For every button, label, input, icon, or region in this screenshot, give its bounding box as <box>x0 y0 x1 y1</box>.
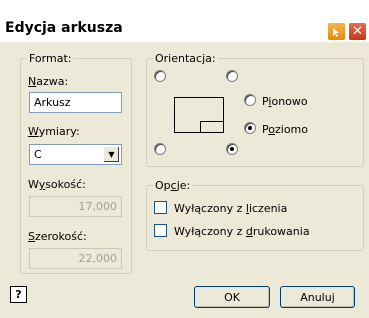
dropdown-arrow-icon[interactable]: ▼ <box>103 146 120 163</box>
cancel-button[interactable]: Anuluj <box>280 286 355 308</box>
name-label: Nazwa: <box>28 75 69 88</box>
exclude-print-checkbox[interactable] <box>154 224 167 237</box>
orientation-legend: Orientacja: <box>153 52 218 65</box>
height-label: Wysokość: <box>28 178 86 191</box>
landscape-label[interactable]: Poziomo <box>262 123 308 136</box>
help-button[interactable]: ? <box>10 286 27 303</box>
portrait-radio[interactable] <box>244 94 256 106</box>
corner-radio-top-right[interactable] <box>226 70 238 82</box>
page-corner-marker <box>200 121 224 133</box>
size-select[interactable]: C ▼ <box>29 144 122 165</box>
name-input[interactable]: Arkusz <box>29 92 122 113</box>
options-group: Opcje: <box>146 179 364 251</box>
portrait-label[interactable]: Pionowo <box>262 95 308 108</box>
options-legend: Opcje: <box>153 179 193 192</box>
ok-button[interactable]: OK <box>194 286 270 308</box>
pointer-help-icon <box>332 27 339 37</box>
context-help-button[interactable] <box>327 22 346 41</box>
exclude-print-label[interactable]: Wyłączony z drukowania <box>174 225 310 238</box>
width-label: Szerokość: <box>28 230 87 243</box>
title-bar: Edycja arkusza ✕ <box>0 0 369 42</box>
exclude-calc-checkbox[interactable] <box>154 201 167 214</box>
corner-radio-bottom-left[interactable] <box>154 143 166 155</box>
corner-radio-top-left[interactable] <box>154 70 166 82</box>
landscape-radio[interactable] <box>244 122 256 134</box>
close-button[interactable]: ✕ <box>348 22 367 41</box>
size-label: Wymiary: <box>28 125 80 138</box>
exclude-calc-label[interactable]: Wyłączony z liczenia <box>174 202 287 215</box>
window-title: Edycja arkusza <box>5 20 123 36</box>
page-orientation-preview <box>174 97 224 133</box>
format-legend: Format: <box>27 52 74 65</box>
width-input: 22,000 <box>29 248 122 269</box>
height-input: 17,000 <box>29 196 122 217</box>
size-select-value: C <box>34 148 42 161</box>
corner-radio-bottom-right[interactable] <box>226 143 238 155</box>
close-icon: ✕ <box>352 24 363 39</box>
